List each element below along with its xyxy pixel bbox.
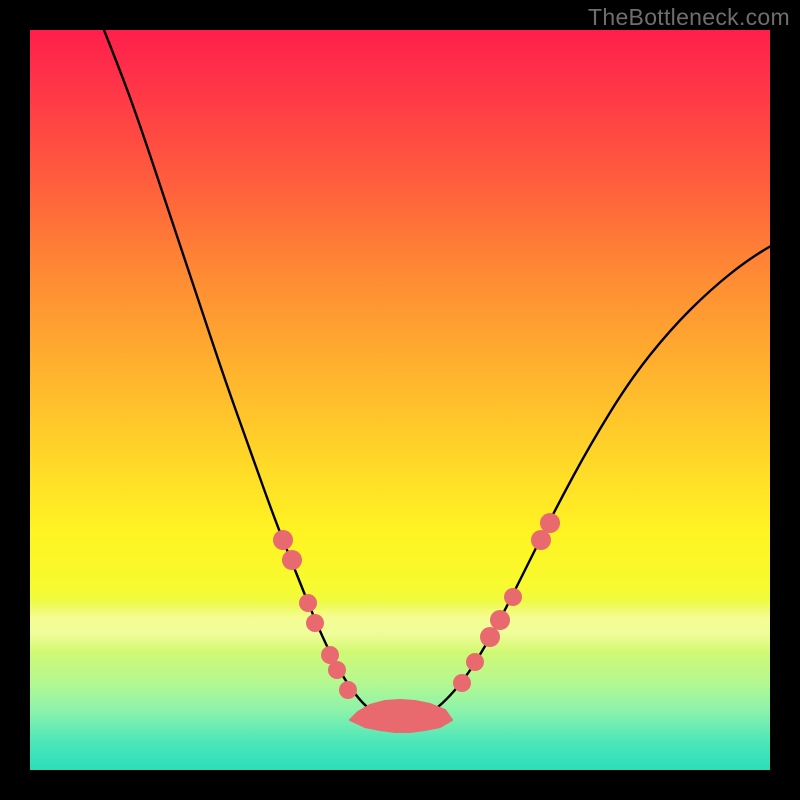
left-dot-0: [273, 530, 293, 550]
right-dot-3: [490, 610, 510, 630]
right-dot-2: [480, 627, 500, 647]
right-dot-1: [466, 653, 484, 671]
watermark-text: TheBottleneck.com: [588, 4, 790, 31]
bottleneck-curve-plot: [30, 30, 770, 770]
right-dot-0: [453, 674, 471, 692]
left-dot-1: [282, 550, 302, 570]
left-dot-3: [306, 614, 324, 632]
left-dot-5: [328, 661, 346, 679]
bottleneck-curve: [100, 20, 790, 720]
left-dot-2: [299, 594, 317, 612]
right-markers: [453, 513, 560, 692]
right-dot-4: [504, 588, 522, 606]
right-dot-6: [540, 513, 560, 533]
chart-frame: TheBottleneck.com: [0, 0, 800, 800]
left-markers: [273, 530, 357, 699]
left-dot-6: [339, 681, 357, 699]
right-dot-5: [531, 530, 551, 550]
